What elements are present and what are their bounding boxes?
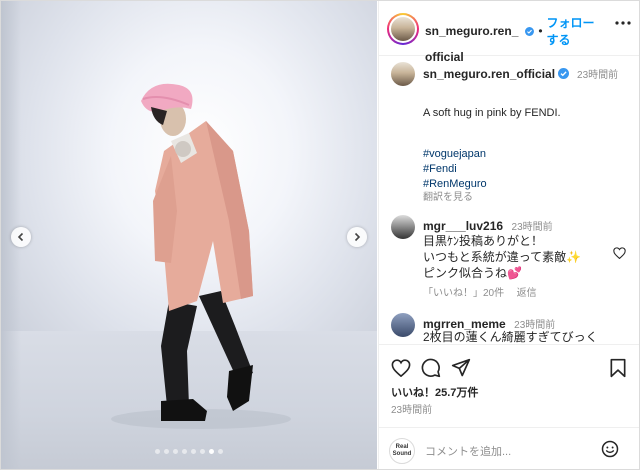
- save-bookmark-icon[interactable]: [609, 358, 627, 378]
- caption-hashtags: #voguejapan #Fendi #RenMeguro: [423, 147, 487, 192]
- comment-like-icon[interactable]: [613, 247, 626, 259]
- likes-count[interactable]: いいね！25.7万件: [391, 384, 478, 400]
- current-user-avatar-text: Real Sound: [392, 444, 412, 457]
- carousel-dot: [155, 449, 160, 454]
- caption-time: 23時間前: [577, 70, 619, 81]
- caption-avatar[interactable]: [391, 62, 415, 86]
- commenter-avatar[interactable]: [391, 313, 415, 337]
- caption-text: A soft hug in pink by FENDI.: [423, 107, 561, 119]
- add-comment-bar: Real Sound コメントを追加...: [379, 427, 639, 469]
- post-dialog: sn_meguro.ren_ • フォローする official sn_megu…: [0, 0, 640, 470]
- chevron-left-icon: [17, 232, 24, 242]
- carousel-dot: [200, 449, 205, 454]
- carousel-dot: [209, 449, 214, 454]
- carousel-dot: [182, 449, 187, 454]
- carousel-dot: [173, 449, 178, 454]
- comment-line: 2枚目の蓮くん綺麗すぎてびっく: [423, 330, 598, 344]
- author-username-cont[interactable]: official: [425, 50, 605, 64]
- carousel-dot: [218, 449, 223, 454]
- comment-item: mgr___luv216 23時間前 目黒ｹﾝ投稿ありがと！ いつもと系統が違っ…: [379, 213, 639, 299]
- follow-separator: •: [538, 24, 543, 38]
- comment-item: mgrren_meme 23時間前 2枚目の蓮くん綺麗すぎてびっく: [379, 311, 639, 344]
- comment-line: いつもと系統が違って素敵✨: [423, 250, 582, 264]
- verified-badge-icon: [525, 26, 535, 36]
- verified-badge-icon: [558, 68, 570, 79]
- comment-line: 目黒ｹﾝ投稿ありがと！: [423, 234, 544, 248]
- post-side-panel: sn_meguro.ren_ • フォローする official sn_megu…: [378, 1, 639, 469]
- translate-link[interactable]: 翻訳を見る: [423, 188, 473, 203]
- next-slide-button[interactable]: [347, 227, 367, 247]
- carousel-dot: [191, 449, 196, 454]
- commenter-avatar[interactable]: [391, 215, 415, 239]
- reply-button[interactable]: 返信: [517, 288, 537, 299]
- comment-input[interactable]: コメントを追加...: [425, 443, 511, 459]
- comment-line: ピンク似合うね💕: [423, 266, 522, 280]
- previous-slide-button[interactable]: [11, 227, 31, 247]
- carousel-dot: [164, 449, 169, 454]
- carousel-indicator: [1, 449, 377, 454]
- author-avatar[interactable]: [387, 13, 419, 45]
- caption-username[interactable]: sn_meguro.ren_official: [423, 67, 555, 81]
- current-user-avatar[interactable]: Real Sound: [389, 438, 415, 464]
- author-username[interactable]: sn_meguro.ren_: [425, 24, 518, 38]
- emoji-icon[interactable]: [601, 440, 619, 458]
- model-illustration: [111, 83, 291, 429]
- follow-button[interactable]: フォローする: [547, 14, 605, 48]
- post-photo[interactable]: [1, 1, 377, 469]
- share-icon[interactable]: [451, 358, 471, 378]
- comment-likes-count[interactable]: 「いいね！」20件: [423, 288, 504, 299]
- hashtag-link[interactable]: #Fendi: [423, 162, 487, 177]
- chevron-right-icon: [354, 232, 361, 242]
- comment-username[interactable]: mgr___luv216: [423, 219, 503, 233]
- post-header: sn_meguro.ren_ • フォローする official: [379, 1, 639, 64]
- comment-icon[interactable]: [421, 358, 441, 378]
- more-options-icon[interactable]: [615, 21, 631, 25]
- like-icon[interactable]: [391, 359, 411, 377]
- post-actions: いいね！25.7万件 23時間前 Real Sound コメントを追加...: [379, 344, 639, 469]
- comment-time: 23時間前: [511, 222, 553, 233]
- posted-time: 23時間前: [391, 405, 433, 416]
- hashtag-link[interactable]: #voguejapan: [423, 147, 487, 162]
